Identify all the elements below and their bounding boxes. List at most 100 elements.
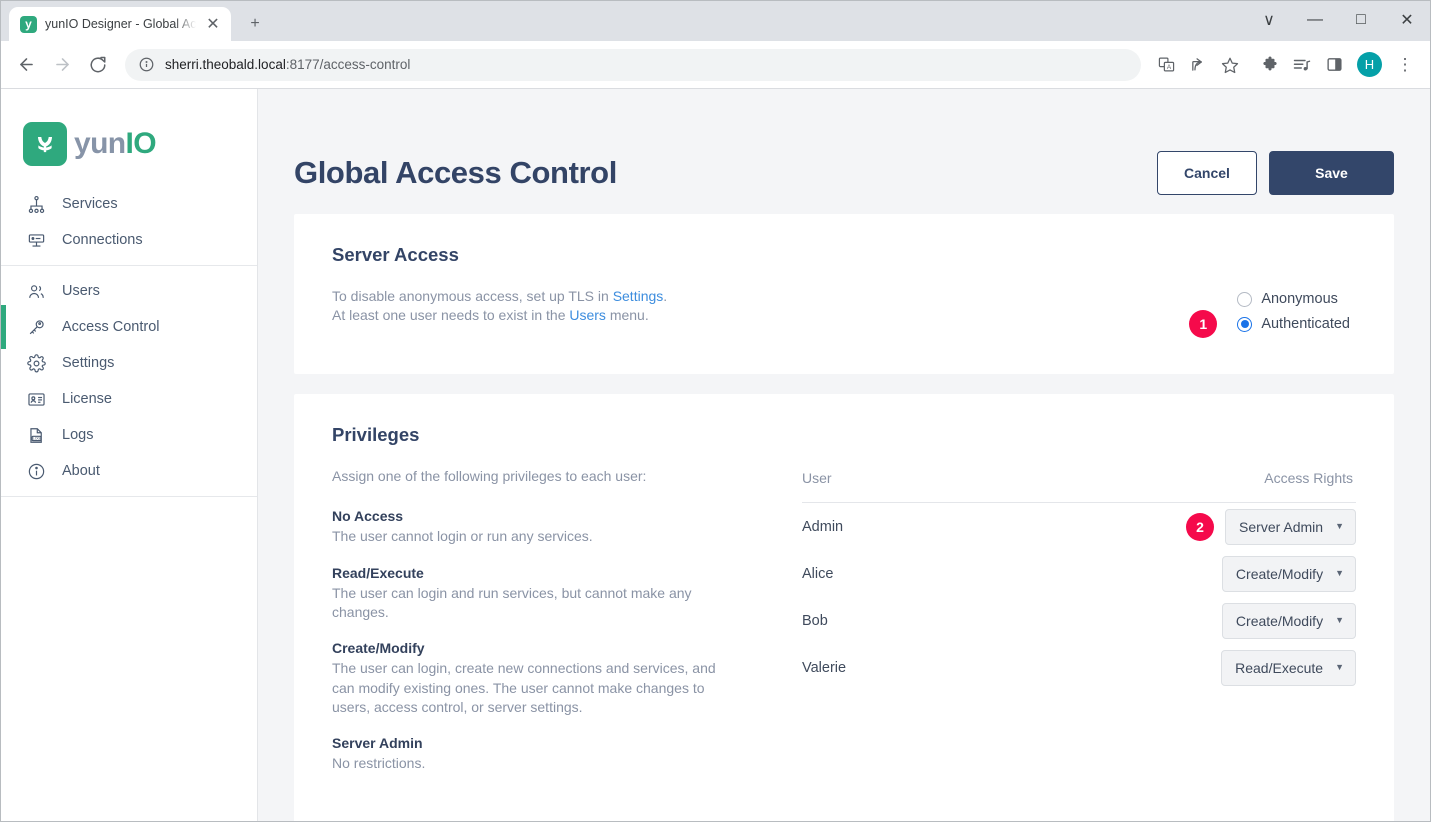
privilege-name: Read/Execute <box>332 564 424 581</box>
access-rights-value: Create/Modify <box>1235 612 1324 629</box>
window-maximize-icon[interactable]: □ <box>1338 1 1384 39</box>
privileges-title: Privileges <box>332 424 420 445</box>
user-name: Valerie <box>802 659 847 676</box>
app-sidebar: yunIO Services Connections Users Access … <box>1 89 258 821</box>
radio-authenticated-icon[interactable] <box>1237 316 1253 332</box>
sidebar-item-label: Users <box>62 283 100 299</box>
radio-authenticated-label: Authenticated <box>1261 316 1350 332</box>
user-name: Bob <box>802 612 828 629</box>
radio-anonymous-label: Anonymous <box>1261 291 1338 307</box>
sidebar-item-label: Settings <box>62 355 115 371</box>
browser-menu-icon[interactable]: ⋮ <box>1390 50 1420 80</box>
settings-gear-icon <box>25 352 47 374</box>
sidebar-item-settings[interactable]: Settings <box>1 345 257 381</box>
server-access-radio-group: Anonymous 1 Authenticated <box>1189 287 1350 338</box>
sidebar-item-access-control[interactable]: Access Control <box>1 305 257 349</box>
reload-icon[interactable] <box>81 48 115 82</box>
translate-icon[interactable]: A <box>1151 50 1181 80</box>
column-header-access-rights: Access Rights <box>1264 470 1353 486</box>
window-minimize-icon[interactable]: — <box>1292 1 1338 39</box>
radio-option-anonymous[interactable]: Anonymous <box>1237 291 1350 307</box>
users-people-icon <box>25 280 47 302</box>
sidebar-item-logs[interactable]: LOG Logs <box>1 417 257 453</box>
site-info-icon[interactable] <box>139 57 154 72</box>
privilege-entry-read-execute: Read/Execute The user can login and run … <box>332 565 742 623</box>
url-text: sherri.theobald.local:8177/access-contro… <box>165 57 411 72</box>
sidebar-item-connections[interactable]: Connections <box>1 222 257 258</box>
server-access-title: Server Access <box>332 244 459 265</box>
user-name: Admin <box>802 518 844 535</box>
table-row: Alice Create/Modify ▼ <box>802 550 1356 597</box>
access-rights-table: User Access Rights Admin 2 Server Admin … <box>802 470 1356 691</box>
back-icon[interactable] <box>9 48 43 82</box>
browser-toolbar: sherri.theobald.local:8177/access-contro… <box>1 41 1430 89</box>
access-rights-value: Read/Execute <box>1235 659 1324 676</box>
profile-avatar[interactable]: H <box>1357 52 1382 77</box>
privilege-name: No Access <box>332 508 404 525</box>
sidebar-item-about[interactable]: About <box>1 453 257 489</box>
page-title: Global Access Control <box>294 154 617 190</box>
browser-window: y yunIO Designer - Global Access C ✕ + ∨… <box>0 0 1431 822</box>
row-right: Read/Execute ▼ <box>1221 649 1356 686</box>
svg-text:LOG: LOG <box>32 436 40 440</box>
sidebar-item-label: Connections <box>62 232 143 248</box>
access-rights-select[interactable]: Server Admin ▼ <box>1225 508 1356 545</box>
bookmark-star-icon[interactable] <box>1215 50 1245 80</box>
privilege-desc: The user can login, create new connectio… <box>332 660 716 715</box>
radio-anonymous-icon[interactable] <box>1237 291 1253 307</box>
services-sitemap-icon <box>25 193 47 215</box>
page-header: Global Access Control Cancel Save <box>294 89 1394 214</box>
main-content: Global Access Control Cancel Save Server… <box>258 89 1430 821</box>
users-link[interactable]: Users <box>569 307 606 323</box>
sidebar-item-label: About <box>62 463 100 479</box>
table-row: Bob Create/Modify ▼ <box>802 597 1356 644</box>
access-rights-select[interactable]: Create/Modify ▼ <box>1221 555 1356 592</box>
yunio-favicon: y <box>20 15 37 33</box>
tab-close-icon[interactable]: ✕ <box>204 15 222 33</box>
server-access-description: To disable anonymous access, set up TLS … <box>332 287 667 326</box>
sidebar-item-users[interactable]: Users <box>1 273 257 309</box>
window-close-icon[interactable]: ✕ <box>1384 1 1430 39</box>
annotation-badge-1: 1 <box>1189 310 1218 338</box>
save-button[interactable]: Save <box>1269 150 1394 195</box>
settings-link[interactable]: Settings <box>613 288 664 304</box>
table-row: Admin 2 Server Admin ▼ <box>802 503 1356 550</box>
row-right: Create/Modify ▼ <box>1221 602 1356 639</box>
side-panel-icon[interactable] <box>1319 50 1349 80</box>
browser-tab[interactable]: y yunIO Designer - Global Access C ✕ <box>9 7 231 41</box>
tab-title: yunIO Designer - Global Access C <box>45 17 196 31</box>
new-tab-button[interactable]: + <box>241 10 269 38</box>
radio-option-authenticated[interactable]: 1 Authenticated <box>1189 310 1350 338</box>
access-rights-select[interactable]: Read/Execute ▼ <box>1221 649 1356 686</box>
sidebar-item-label: Services <box>62 196 118 212</box>
server-access-card: Server Access To disable anonymous acces… <box>294 214 1394 374</box>
sidebar-item-services[interactable]: Services <box>1 186 257 222</box>
about-info-icon <box>25 460 47 482</box>
privileges-intro: Assign one of the following privileges t… <box>332 468 647 484</box>
reading-list-icon[interactable] <box>1287 50 1317 80</box>
header-actions: Cancel Save <box>1157 150 1394 195</box>
forward-icon[interactable] <box>45 48 79 82</box>
window-controls: ∨ — □ ✕ <box>1246 1 1430 39</box>
yunio-logo-mark <box>23 121 67 166</box>
privilege-entry-server-admin: Server Admin No restrictions. <box>332 735 742 773</box>
server-access-line1: To disable anonymous access, set up TLS … <box>332 288 668 304</box>
access-rights-select[interactable]: Create/Modify ▼ <box>1221 602 1356 639</box>
privilege-desc: The user can login and run services, but… <box>332 584 692 620</box>
privilege-name: Create/Modify <box>332 640 425 657</box>
cancel-button[interactable]: Cancel <box>1157 150 1257 195</box>
server-access-line2: At least one user needs to exist in the … <box>332 307 649 324</box>
privileges-card: Privileges Assign one of the following p… <box>294 394 1394 821</box>
address-bar[interactable]: sherri.theobald.local:8177/access-contro… <box>125 48 1141 81</box>
extensions-puzzle-icon[interactable] <box>1255 50 1285 80</box>
table-row: Valerie Read/Execute ▼ <box>802 644 1356 691</box>
share-icon[interactable] <box>1183 50 1213 80</box>
privileges-body: Assign one of the following privileges t… <box>332 467 1356 821</box>
chevron-down-icon: ▼ <box>1335 568 1344 578</box>
column-header-user: User <box>802 470 832 486</box>
app-logo[interactable]: yunIO <box>1 89 257 177</box>
sidebar-item-license[interactable]: License <box>1 381 257 417</box>
sidebar-divider <box>1 265 257 266</box>
window-more-icon[interactable]: ∨ <box>1246 1 1292 39</box>
chevron-down-icon: ▼ <box>1335 615 1344 625</box>
